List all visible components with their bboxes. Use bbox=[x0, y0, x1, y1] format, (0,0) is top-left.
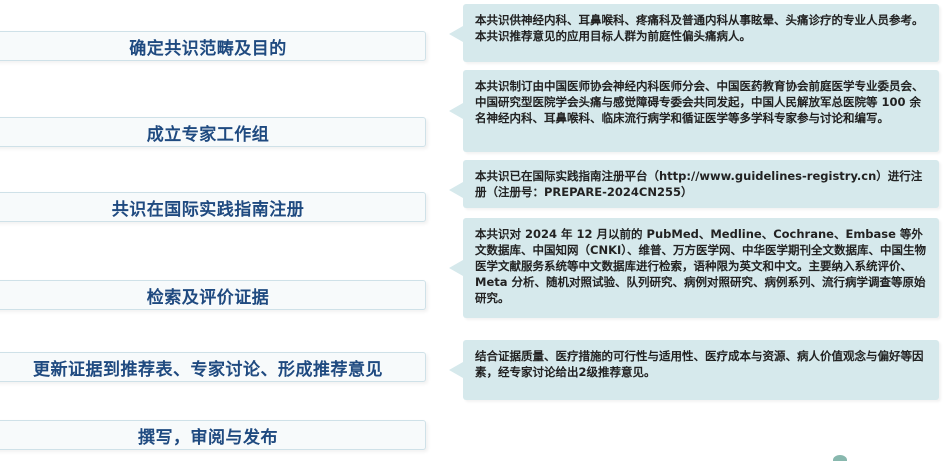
note-text: 本共识已在国际实践指南注册平台（http://www.guidelines-re… bbox=[475, 169, 923, 199]
step-label: 成立专家工作组 bbox=[146, 124, 270, 145]
step-write-review-publish: 撰写，审阅与发布 bbox=[0, 420, 426, 450]
step-label: 确定共识范畴及目的 bbox=[129, 38, 287, 59]
step-label: 撰写，审阅与发布 bbox=[138, 427, 278, 448]
step-label: 检索及评价证据 bbox=[146, 287, 270, 308]
step-define-scope: 确定共识范畴及目的 bbox=[0, 31, 426, 61]
note-registration: 本共识已在国际实践指南注册平台（http://www.guidelines-re… bbox=[449, 160, 939, 208]
note-text: 本共识供神经内科、耳鼻喉科、疼痛科及普通内科从事眩晕、头痛诊疗的专业人员参考。本… bbox=[475, 13, 924, 43]
note-expert-group: 本共识制订由中国医师协会神经内科医师分会、中国医药教育协会前庭医学专业委员会、中… bbox=[449, 70, 939, 152]
note-recommendation: 结合证据质量、医疗措施的可行性与适用性、医疗成本与资源、病人价值观念与偏好等因素… bbox=[449, 340, 939, 400]
note-scope: 本共识供神经内科、耳鼻喉科、疼痛科及普通内科从事眩晕、头痛诊疗的专业人员参考。本… bbox=[449, 4, 939, 62]
note-text: 结合证据质量、医疗措施的可行性与适用性、医疗成本与资源、病人价值观念与偏好等因素… bbox=[475, 349, 924, 379]
flow-diagram: 确定共识范畴及目的 成立专家工作组 共识在国际实践指南注册 检索及评价证据 更新… bbox=[0, 0, 945, 461]
step-form-expert-group: 成立专家工作组 bbox=[0, 117, 426, 147]
note-text: 本共识对 2024 年 12 月以前的 PubMed、Medline、Cochr… bbox=[475, 227, 926, 305]
step-label: 共识在国际实践指南注册 bbox=[111, 199, 305, 220]
note-text: 本共识制订由中国医师协会神经内科医师分会、中国医药教育协会前庭医学专业委员会、中… bbox=[475, 79, 924, 125]
step-label: 更新证据到推荐表、专家讨论、形成推荐意见 bbox=[33, 359, 383, 380]
step-search-evaluate-evidence: 检索及评价证据 bbox=[0, 280, 426, 310]
step-register-guideline: 共识在国际实践指南注册 bbox=[0, 192, 426, 222]
note-evidence-search: 本共识对 2024 年 12 月以前的 PubMed、Medline、Cochr… bbox=[449, 218, 939, 318]
step-update-evidence-recommend: 更新证据到推荐表、专家讨论、形成推荐意见 bbox=[0, 352, 426, 382]
decorative-mark bbox=[833, 455, 847, 461]
